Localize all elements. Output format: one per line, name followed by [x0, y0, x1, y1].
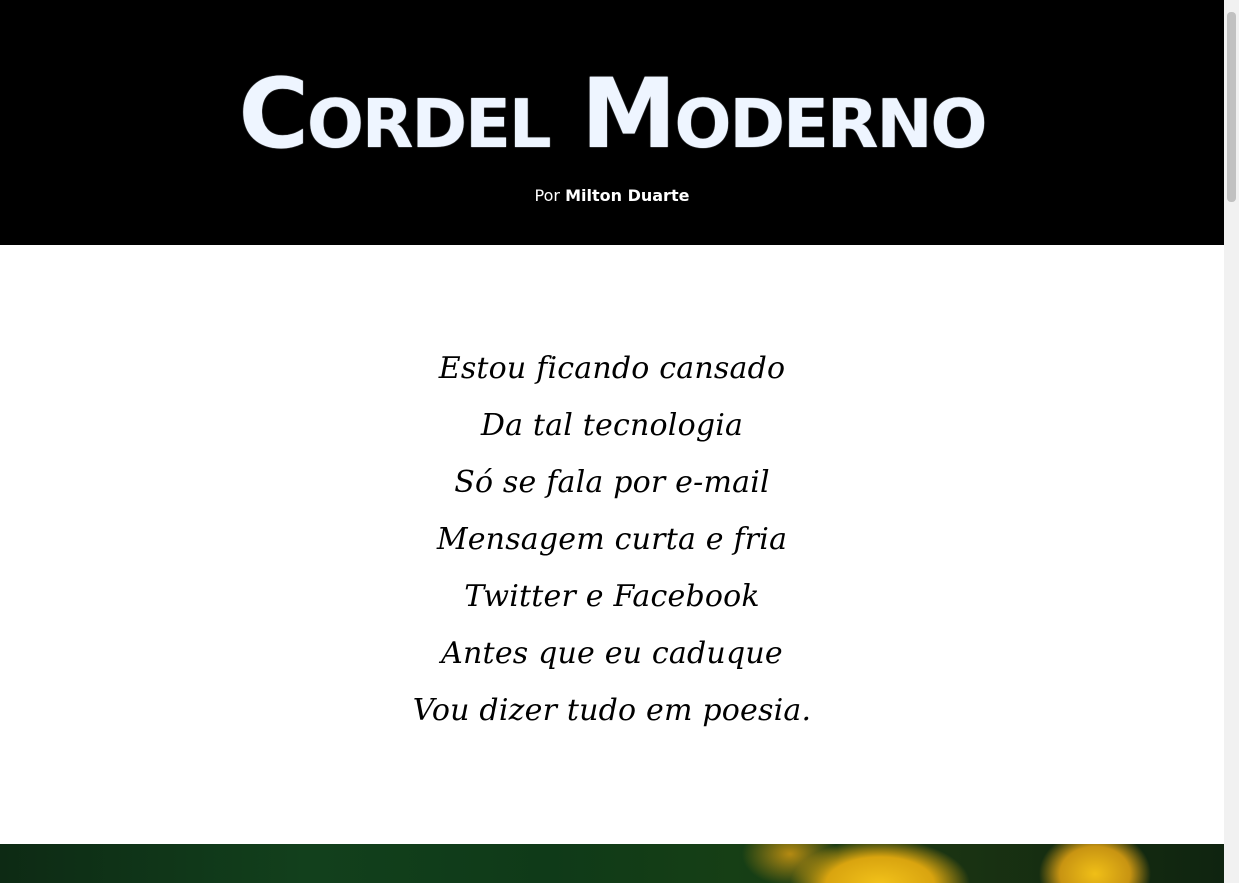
vertical-scrollbar[interactable]	[1224, 0, 1239, 883]
page-title: Cordel Moderno	[238, 58, 988, 170]
poem-line: Só se fala por e-mail	[454, 465, 770, 500]
byline-prefix: Por	[534, 186, 560, 205]
page-viewport: Cordel Moderno Por Milton Duarte Estou f…	[0, 0, 1224, 883]
poem-line: Estou ficando cansado	[438, 351, 786, 386]
poem-line: Antes que eu caduque	[441, 636, 783, 671]
poem-line: Da tal tecnologia	[480, 408, 744, 443]
flower-photo	[0, 844, 1224, 883]
byline: Por Milton Duarte	[535, 186, 690, 205]
browser-page: Cordel Moderno Por Milton Duarte Estou f…	[0, 0, 1239, 883]
scrollbar-thumb[interactable]	[1227, 12, 1236, 202]
site-header: Cordel Moderno Por Milton Duarte	[0, 0, 1224, 245]
poem-line: Mensagem curta e fria	[436, 522, 788, 557]
poem: Estou ficando cansado Da tal tecnologia …	[0, 340, 1224, 739]
author-name: Milton Duarte	[565, 186, 690, 205]
poem-line: Vou dizer tudo em poesia.	[412, 693, 812, 728]
poem-line: Twitter e Facebook	[464, 579, 760, 614]
